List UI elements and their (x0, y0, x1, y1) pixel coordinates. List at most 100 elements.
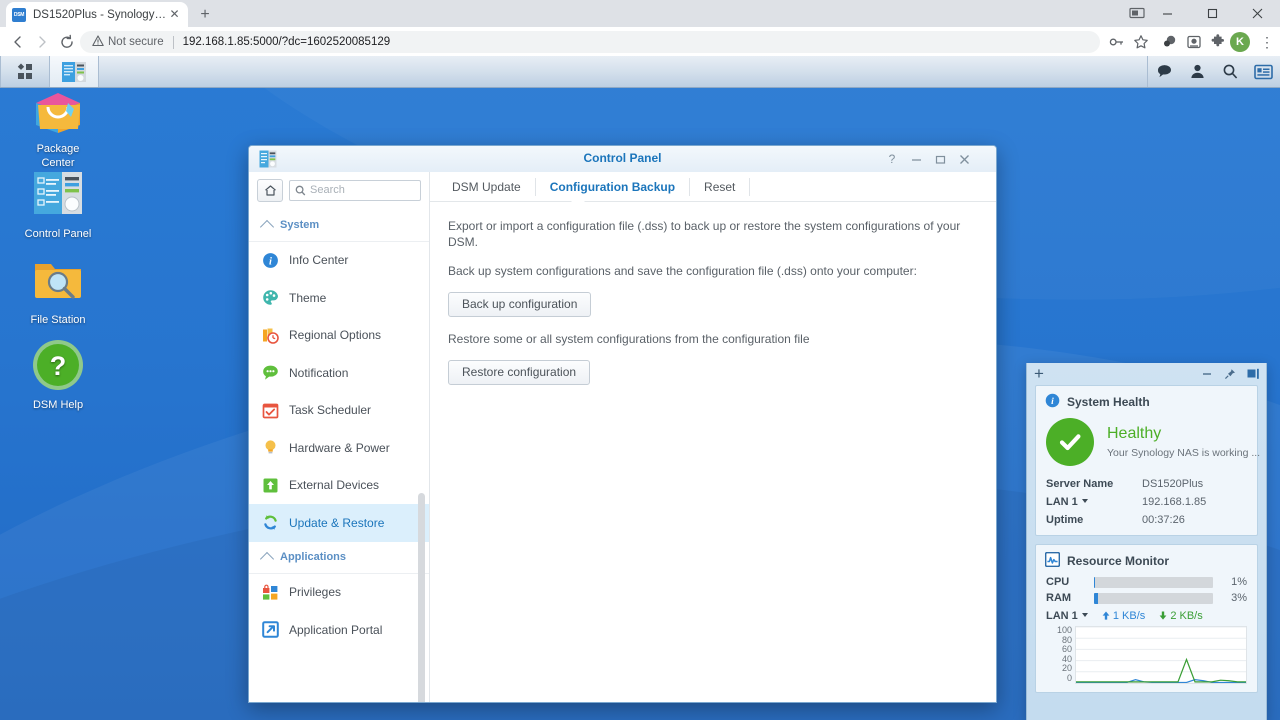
ram-meter (1094, 592, 1213, 604)
chart-tick-label: 0 (1066, 672, 1072, 683)
desktop-icon-dsm-help[interactable]: ? DSM Help (3, 337, 113, 412)
search-input[interactable]: Search (289, 179, 421, 201)
search-icon (295, 185, 306, 195)
svg-text:i: i (269, 256, 272, 267)
chart-tick-label: 60 (1061, 644, 1072, 655)
sidebar-item-external-devices[interactable]: External Devices (249, 467, 429, 505)
close-icon[interactable]: ✕ (167, 7, 182, 22)
health-row-uptime: Uptime 00:37:26 (1036, 511, 1257, 535)
row-value: 192.168.1.85 (1142, 496, 1207, 508)
tab-bar: DSM Update Configuration Backup Reset (430, 172, 996, 202)
user-account-icon[interactable] (1181, 56, 1214, 87)
sidebar-item-notification[interactable]: Notification (249, 354, 429, 392)
pin-icon[interactable] (1224, 368, 1236, 380)
forward-button[interactable] (30, 30, 54, 54)
restore-configuration-button[interactable]: Restore configuration (448, 360, 591, 385)
chart-tick-label: 80 (1061, 634, 1072, 645)
control-panel-main: DSM Update Configuration Backup Reset Ex… (430, 172, 996, 702)
chart-tick-label: 20 (1061, 663, 1072, 674)
usb-upload-icon (262, 477, 279, 494)
app-grid-icon (17, 63, 32, 79)
window-close-button[interactable] (1235, 0, 1280, 27)
restore-description: Restore some or all system configuration… (448, 332, 810, 346)
row-value: DS1520Plus (1142, 478, 1204, 490)
sidebar-item-regional-options[interactable]: Regional Options (249, 317, 429, 355)
minimize-button[interactable] (904, 146, 928, 172)
key-icon[interactable] (1106, 31, 1128, 53)
upload-rate: 1 KB/s (1102, 610, 1145, 622)
webcam-icon[interactable] (1183, 31, 1205, 53)
dsm-taskbar (0, 56, 1280, 88)
sidebar-scrollbar[interactable] (418, 493, 425, 702)
notifications-icon[interactable] (1148, 56, 1181, 87)
extension-puzzle-icon[interactable] (1159, 31, 1181, 53)
browser-tab-strip: DSM DS1520Plus - Synology NAS ✕ + (0, 0, 1280, 27)
desktop-icon-file-station[interactable]: File Station (3, 252, 113, 327)
row-key: Uptime (1046, 514, 1084, 526)
sidebar-item-label: Update & Restore (289, 515, 385, 530)
health-row-lan1[interactable]: LAN 1 192.168.1.85 (1036, 493, 1257, 511)
resource-monitor-title-row: Resource Monitor (1036, 545, 1257, 574)
widget-panel-controls (1201, 363, 1260, 385)
minimize-icon[interactable] (1201, 368, 1213, 380)
sidebar-group-system[interactable]: System (249, 210, 429, 242)
home-button[interactable] (257, 178, 283, 202)
status-badge: Healthy (1107, 425, 1162, 442)
sidebar-item-hardware-power[interactable]: Hardware & Power (249, 429, 429, 467)
active-tab-indicator (571, 195, 585, 202)
sidebar-item-theme[interactable]: Theme (249, 279, 429, 317)
star-icon[interactable] (1130, 31, 1152, 53)
tab-dsm-update[interactable]: DSM Update (438, 177, 536, 196)
sidebar-item-application-portal[interactable]: Application Portal (249, 611, 429, 649)
system-health-widget: i System Health Healthy Your Synology NA… (1035, 385, 1260, 536)
widget-title: System Health (1067, 395, 1150, 409)
svg-text:?: ? (50, 351, 67, 381)
sidebar-item-update-restore[interactable]: Update & Restore (249, 504, 429, 542)
info-icon: i (262, 252, 279, 269)
sidebar-item-task-scheduler[interactable]: Task Scheduler (249, 392, 429, 430)
not-secure-warning-icon (92, 34, 104, 50)
widgets-icon[interactable] (1247, 56, 1280, 87)
close-button[interactable] (952, 146, 976, 172)
browser-window-controls (1145, 0, 1280, 27)
address-bar[interactable]: Not secure 192.168.1.85:5000/?dc=1602520… (80, 31, 1100, 53)
sidebar-item-privileges[interactable]: Privileges (249, 574, 429, 612)
system-health-title-row: i System Health (1036, 386, 1257, 415)
new-tab-button[interactable]: + (194, 4, 216, 26)
window-maximize-button[interactable] (1190, 0, 1235, 27)
tab-configuration-backup[interactable]: Configuration Backup (536, 177, 691, 196)
desktop-icon-control-panel[interactable]: Control Panel (3, 166, 113, 241)
dock-right-icon[interactable] (1247, 368, 1260, 380)
window-minimize-button[interactable] (1145, 0, 1190, 27)
health-status-row: Healthy Your Synology NAS is working ... (1036, 415, 1260, 475)
refresh-arrows-icon (262, 514, 279, 531)
back-up-configuration-button[interactable]: Back up configuration (448, 292, 592, 317)
row-key: Server Name (1046, 478, 1114, 490)
widget-title: Resource Monitor (1067, 554, 1170, 568)
back-button[interactable] (6, 30, 30, 54)
screen: DSM DS1520Plus - Synology NAS ✕ + Not se… (0, 0, 1280, 720)
arrow-down-icon (1159, 611, 1167, 620)
network-traffic-chart: 100 80 60 40 20 0 (1036, 624, 1257, 692)
sidebar-item-info-center[interactable]: i Info Center (249, 242, 429, 280)
sidebar-search-row: Search (249, 176, 429, 204)
window-titlebar[interactable]: Control Panel ? (249, 146, 996, 173)
sidebar-item-label: Privileges (289, 585, 342, 600)
kebab-menu-icon[interactable]: ⋮ (1258, 31, 1276, 53)
cast-icon[interactable] (1128, 4, 1146, 22)
sidebar-group-applications[interactable]: Applications (249, 542, 429, 574)
lan-selector[interactable]: LAN 1 (1046, 610, 1088, 622)
profile-avatar[interactable]: K (1230, 32, 1250, 52)
search-icon[interactable] (1214, 56, 1247, 87)
sidebar-item-label: Regional Options (289, 328, 382, 343)
reload-button[interactable] (55, 30, 79, 54)
info-icon: i (1045, 393, 1060, 411)
browser-tab[interactable]: DSM DS1520Plus - Synology NAS ✕ (6, 2, 188, 27)
add-widget-button[interactable]: + (1034, 364, 1044, 384)
ram-value: 3% (1231, 592, 1247, 604)
maximize-button[interactable] (928, 146, 952, 172)
desktop-icon-package-center[interactable]: Package Center (3, 81, 113, 170)
tab-reset[interactable]: Reset (690, 177, 751, 196)
help-button[interactable]: ? (880, 146, 904, 172)
puzzle-icon[interactable] (1207, 31, 1229, 53)
